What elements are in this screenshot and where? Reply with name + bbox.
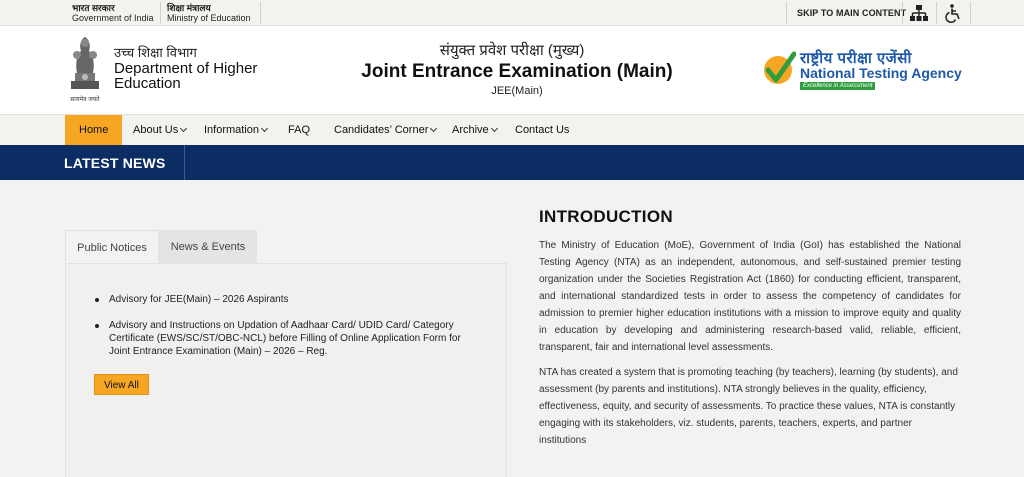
divider bbox=[936, 2, 937, 24]
divider bbox=[184, 145, 185, 180]
chevron-down-icon bbox=[430, 124, 438, 133]
nav-home[interactable]: Home bbox=[65, 115, 123, 146]
introduction-heading: INTRODUCTION bbox=[539, 207, 673, 226]
nta-checkmark-icon bbox=[764, 51, 796, 84]
skip-to-main-content-link[interactable]: SKIP TO MAIN CONTENT bbox=[797, 8, 906, 18]
nav-faq[interactable]: FAQ bbox=[288, 115, 310, 146]
latest-news-title: LATEST NEWS bbox=[64, 155, 166, 171]
public-notices-panel: Advisory for JEE(Main) – 2026 Aspirants … bbox=[65, 263, 507, 477]
divider bbox=[160, 2, 161, 24]
chevron-down-icon bbox=[490, 124, 498, 133]
nav-label: FAQ bbox=[288, 124, 311, 136]
top-utility-bar: भारत सरकार Government of India शिक्षा मं… bbox=[0, 0, 1024, 26]
introduction-paragraph-1: The Ministry of Education (MoE), Governm… bbox=[539, 240, 961, 353]
nav-archive[interactable]: Archive bbox=[452, 115, 498, 146]
nav-label: Candidates’ Corner bbox=[334, 124, 429, 136]
divider bbox=[902, 2, 903, 24]
nav-label: Archive bbox=[452, 124, 489, 136]
ministry-hindi: शिक्षा मंत्रालय bbox=[167, 3, 211, 13]
chevron-down-icon bbox=[260, 124, 269, 133]
site-header: सत्यमेव जयते उच्च शिक्षा विभाग Departmen… bbox=[0, 26, 1024, 114]
list-item[interactable]: Advisory and Instructions on Updation of… bbox=[95, 319, 479, 358]
divider bbox=[260, 2, 261, 24]
nav-label: Contact Us bbox=[515, 124, 570, 136]
chevron-down-icon bbox=[180, 124, 188, 133]
gov-hindi: भारत सरकार bbox=[72, 3, 115, 13]
ministry-english: Ministry of Education bbox=[167, 13, 251, 23]
accessibility-icon[interactable] bbox=[943, 3, 963, 23]
main-navigation: Home About Us Information FAQ Candidates… bbox=[0, 114, 1024, 146]
nav-label: Information bbox=[204, 124, 260, 136]
nav-about-us[interactable]: About Us bbox=[133, 115, 188, 146]
nav-label: About Us bbox=[133, 124, 179, 136]
gov-english: Government of India bbox=[72, 13, 154, 23]
ministry-of-education-label: शिक्षा मंत्रालय Ministry of Education bbox=[167, 3, 251, 23]
introduction-paragraph-2: NTA has created a system that is promoti… bbox=[539, 367, 958, 446]
nav-candidates-corner[interactable]: Candidates’ Corner bbox=[334, 115, 438, 146]
nav-information[interactable]: Information bbox=[204, 115, 269, 146]
divider bbox=[786, 2, 787, 24]
nta-logo[interactable]: राष्ट्रीय परीक्षा एजेंसी National Testin… bbox=[762, 48, 982, 92]
government-of-india-label: भारत सरकार Government of India bbox=[72, 3, 154, 23]
tab-news-events[interactable]: News & Events bbox=[159, 230, 257, 264]
nta-name-english: National Testing Agency bbox=[800, 65, 962, 81]
nav-label: Home bbox=[79, 124, 109, 136]
sitemap-icon[interactable] bbox=[909, 3, 929, 23]
list-item[interactable]: Advisory for JEE(Main) – 2026 Aspirants bbox=[95, 293, 479, 306]
view-all-button[interactable]: View All bbox=[94, 374, 149, 395]
nav-contact-us[interactable]: Contact Us bbox=[515, 115, 569, 146]
tab-public-notices[interactable]: Public Notices bbox=[65, 230, 159, 264]
divider bbox=[970, 2, 971, 24]
latest-news-bar: LATEST NEWS bbox=[0, 145, 1024, 180]
notices-list: Advisory for JEE(Main) – 2026 Aspirants … bbox=[95, 293, 479, 371]
nta-tagline: Excellence in Assessment bbox=[800, 82, 876, 90]
